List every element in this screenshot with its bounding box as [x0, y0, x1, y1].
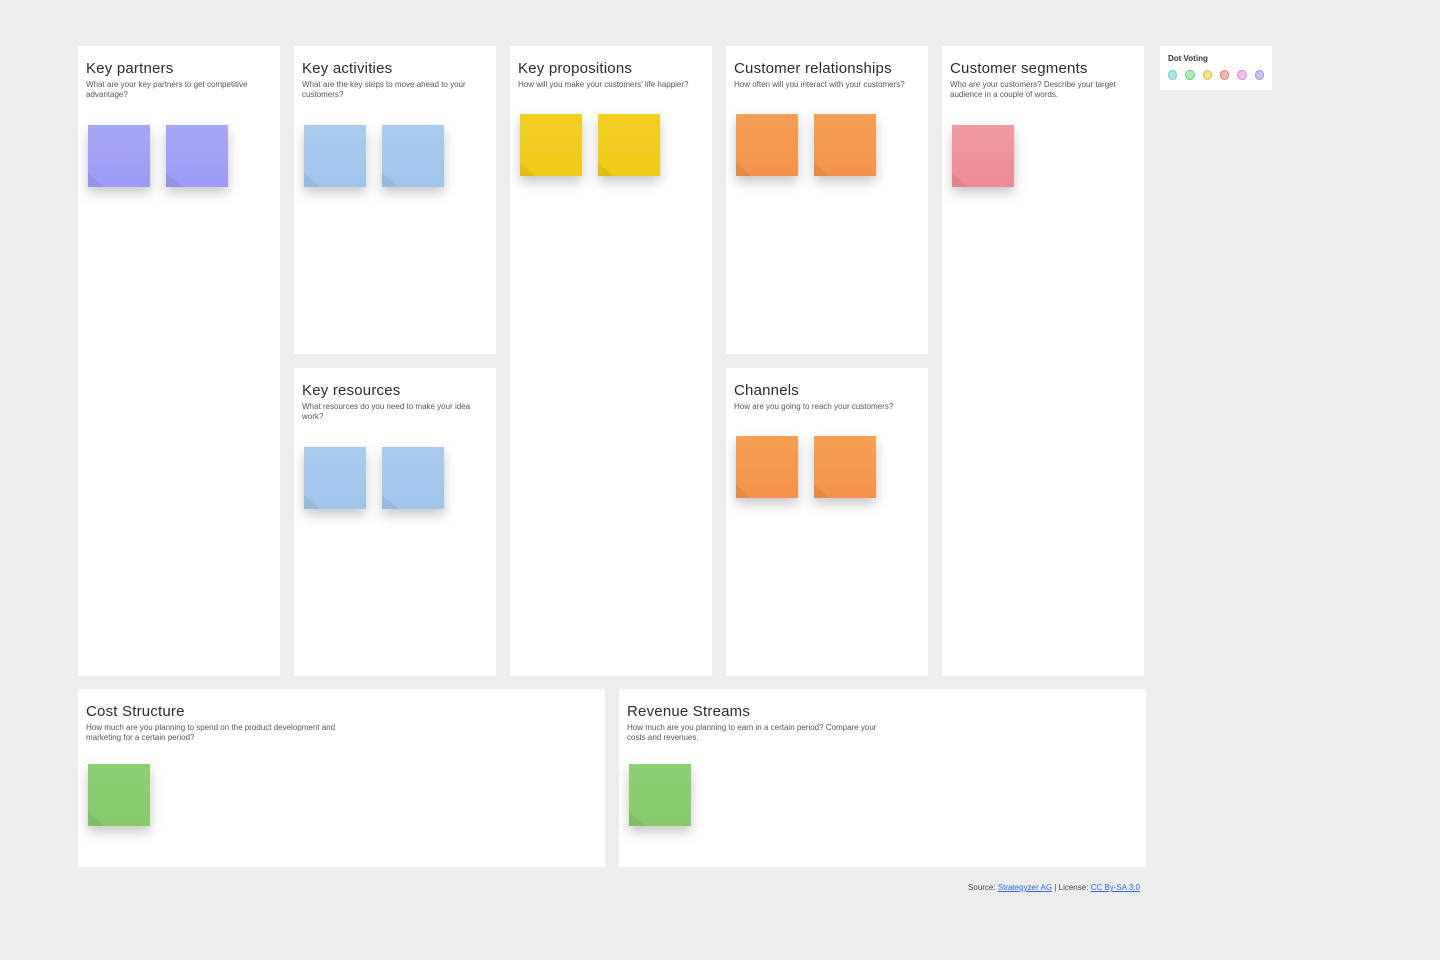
sticky-note[interactable] — [952, 125, 1014, 187]
sticky-note[interactable] — [814, 114, 876, 176]
section-subtitle: Who are your customers? Describe your ta… — [950, 80, 1134, 101]
source-link[interactable]: Strategyzer AG — [998, 883, 1052, 892]
vote-dot-pink[interactable] — [1237, 70, 1246, 80]
section-title: Cost Structure — [86, 703, 595, 720]
notes-container — [627, 764, 1136, 826]
footer-separator: | License: — [1054, 883, 1090, 892]
section-title: Key partners — [86, 60, 270, 77]
dot-voting-row — [1168, 70, 1264, 80]
sticky-note[interactable] — [382, 447, 444, 509]
dot-voting-title: Dot Voting — [1168, 54, 1264, 63]
section-key-resources[interactable]: Key resources What resources do you need… — [294, 368, 496, 676]
notes-container — [302, 447, 486, 509]
section-title: Key activities — [302, 60, 486, 77]
section-title: Revenue Streams — [627, 703, 1136, 720]
notes-container — [950, 125, 1134, 187]
notes-container — [734, 114, 918, 176]
vote-dot-cyan[interactable] — [1168, 70, 1177, 80]
section-subtitle: How often will you interact with your cu… — [734, 80, 918, 90]
section-channels[interactable]: Channels How are you going to reach your… — [726, 368, 928, 676]
section-customer-relationships[interactable]: Customer relationships How often will yo… — [726, 46, 928, 354]
sticky-note[interactable] — [520, 114, 582, 176]
section-title: Channels — [734, 382, 918, 399]
notes-container — [518, 114, 702, 176]
section-subtitle: How will you make your customers' life h… — [518, 80, 702, 90]
section-cost-structure[interactable]: Cost Structure How much are you planning… — [78, 689, 605, 867]
notes-container — [302, 125, 486, 187]
sticky-note[interactable] — [814, 436, 876, 498]
section-title: Customer segments — [950, 60, 1134, 77]
vote-dot-green[interactable] — [1185, 70, 1194, 80]
notes-container — [734, 436, 918, 498]
section-subtitle: What resources do you need to make your … — [302, 402, 486, 423]
bottom-row: Cost Structure How much are you planning… — [78, 689, 1146, 867]
sticky-note[interactable] — [629, 764, 691, 826]
sticky-note[interactable] — [382, 125, 444, 187]
license-link[interactable]: CC By-SA 3.0 — [1091, 883, 1140, 892]
section-subtitle: How are you going to reach your customer… — [734, 402, 918, 412]
sticky-note[interactable] — [736, 114, 798, 176]
sticky-note[interactable] — [736, 436, 798, 498]
section-revenue-streams[interactable]: Revenue Streams How much are you plannin… — [619, 689, 1146, 867]
section-title: Customer relationships — [734, 60, 918, 77]
section-title: Key resources — [302, 382, 486, 399]
vote-dot-purple[interactable] — [1255, 70, 1264, 80]
notes-container — [86, 764, 595, 826]
notes-container — [86, 125, 270, 187]
section-customer-segments[interactable]: Customer segments Who are your customers… — [942, 46, 1144, 676]
top-row: Key partners What are your key partners … — [78, 46, 1146, 676]
vote-dot-red[interactable] — [1220, 70, 1229, 80]
attribution-footer: Source: Strategyzer AG | License: CC By-… — [968, 883, 1140, 892]
section-subtitle: What are the key steps to move ahead to … — [302, 80, 486, 101]
source-label: Source: — [968, 883, 998, 892]
sticky-note[interactable] — [88, 764, 150, 826]
sticky-note[interactable] — [88, 125, 150, 187]
sticky-note[interactable] — [166, 125, 228, 187]
section-key-partners[interactable]: Key partners What are your key partners … — [78, 46, 280, 676]
section-key-propositions[interactable]: Key propositions How will you make your … — [510, 46, 712, 676]
section-key-activities[interactable]: Key activities What are the key steps to… — [294, 46, 496, 354]
sticky-note[interactable] — [304, 125, 366, 187]
section-title: Key propositions — [518, 60, 702, 77]
business-model-canvas: Key partners What are your key partners … — [78, 46, 1146, 867]
section-subtitle: How much are you planning to earn in a c… — [627, 723, 887, 744]
vote-dot-yellow[interactable] — [1203, 70, 1212, 80]
section-subtitle: What are your key partners to get compet… — [86, 80, 270, 101]
section-subtitle: How much are you planning to spend on th… — [86, 723, 346, 744]
dot-voting-panel: Dot Voting — [1160, 46, 1272, 90]
sticky-note[interactable] — [598, 114, 660, 176]
sticky-note[interactable] — [304, 447, 366, 509]
